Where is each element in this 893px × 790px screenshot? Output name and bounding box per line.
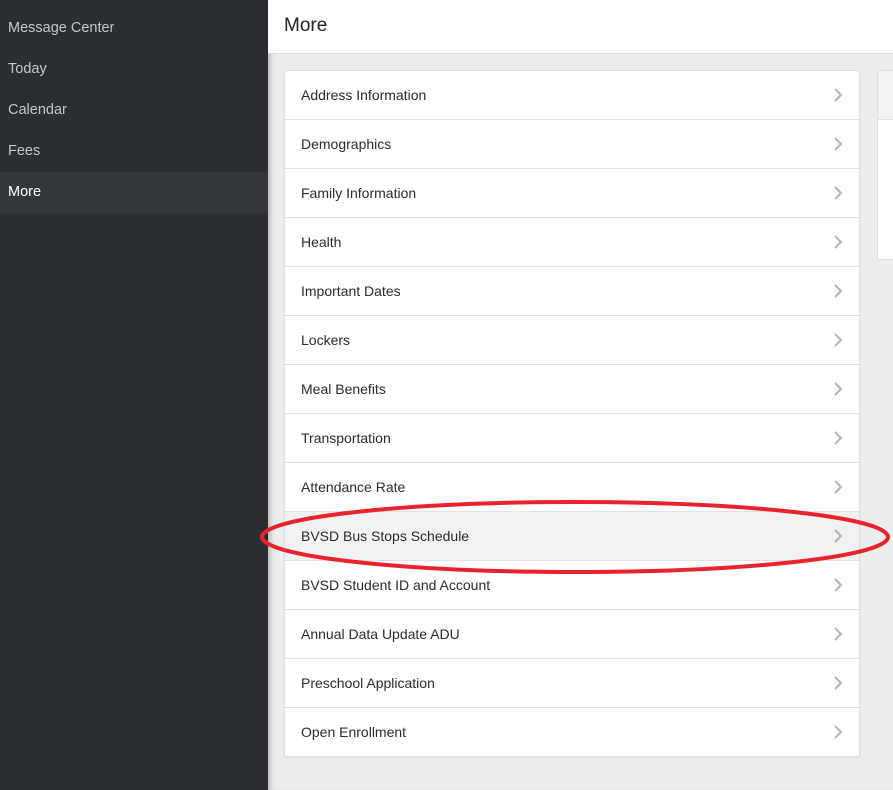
list-item-bvsd-student-id-and-account[interactable]: BVSD Student ID and Account [285,560,859,609]
chevron-right-icon [834,627,843,641]
chevron-right-icon [834,725,843,739]
list-item-label: Family Information [301,185,417,201]
list-item-label: Lockers [301,332,351,348]
list-item-address-information[interactable]: Address Information [285,71,859,119]
list-item-meal-benefits[interactable]: Meal Benefits [285,364,859,413]
list-item-bvsd-bus-stops-schedule[interactable]: BVSD Bus Stops Schedule [285,511,859,560]
list-item-label: Important Dates [301,283,401,299]
list-item-family-information[interactable]: Family Information [285,168,859,217]
list-item-label: Preschool Application [301,675,435,691]
list-item-annual-data-update-adu[interactable]: Annual Data Update ADU [285,609,859,658]
chevron-right-icon [834,186,843,200]
list-item-open-enrollment[interactable]: Open Enrollment [285,707,859,756]
chevron-right-icon [834,333,843,347]
chevron-right-icon [834,578,843,592]
list-item-label: Demographics [301,136,392,152]
list-item-lockers[interactable]: Lockers [285,315,859,364]
main-content: More Address Information Demographics Fa… [268,0,893,790]
detail-panel-header [878,71,893,120]
page-title: More [284,15,328,36]
chevron-right-icon [834,88,843,102]
chevron-right-icon [834,284,843,298]
list-item-label: Address Information [301,87,427,103]
sidebar-item-more[interactable]: More [0,172,268,213]
sidebar-nav: Message Center Today Calendar Fees More [0,0,268,790]
chevron-right-icon [834,382,843,396]
sidebar-item-fees[interactable]: Fees [0,131,268,172]
list-item-preschool-application[interactable]: Preschool Application [285,658,859,707]
page-header: More [268,0,893,54]
sidebar-item-today[interactable]: Today [0,49,268,90]
chevron-right-icon [834,235,843,249]
list-item-label: Annual Data Update ADU [301,626,460,642]
chevron-right-icon [834,676,843,690]
detail-panel [877,70,893,260]
sidebar-item-calendar[interactable]: Calendar [0,90,268,131]
more-options-list: Address Information Demographics Family … [284,70,860,757]
list-item-health[interactable]: Health [285,217,859,266]
list-item-label: Open Enrollment [301,724,407,740]
list-item-important-dates[interactable]: Important Dates [285,266,859,315]
list-item-label: BVSD Student ID and Account [301,577,491,593]
list-item-label: BVSD Bus Stops Schedule [301,528,470,544]
list-item-label: Transportation [301,430,391,446]
list-item-demographics[interactable]: Demographics [285,119,859,168]
chevron-right-icon [834,480,843,494]
list-item-label: Meal Benefits [301,381,386,397]
list-item-label: Attendance Rate [301,479,406,495]
chevron-right-icon [834,431,843,445]
chevron-right-icon [834,529,843,543]
list-item-attendance-rate[interactable]: Attendance Rate [285,462,859,511]
list-item-label: Health [301,234,342,250]
list-item-transportation[interactable]: Transportation [285,413,859,462]
chevron-right-icon [834,137,843,151]
sidebar-item-message-center[interactable]: Message Center [0,8,268,49]
